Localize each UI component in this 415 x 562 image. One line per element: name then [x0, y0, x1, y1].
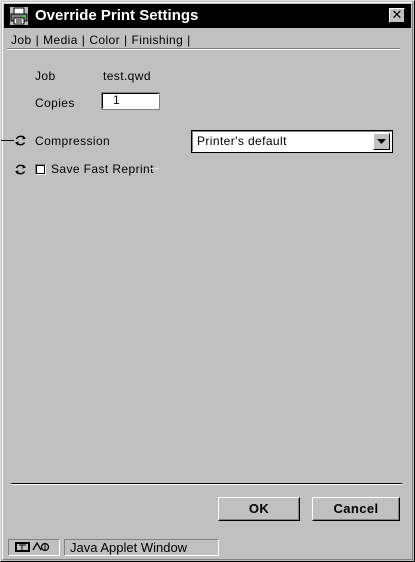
label-underline-shade — [151, 168, 159, 169]
tab-finishing[interactable]: Finishing — [128, 33, 188, 47]
save-fast-reprint-checkbox[interactable] — [35, 164, 46, 175]
copies-label: Copies — [35, 96, 75, 110]
cancel-button[interactable]: Cancel — [312, 497, 400, 521]
window-title: Override Print Settings — [35, 7, 199, 24]
compression-refresh-icon[interactable] — [14, 134, 27, 147]
tab-divider — [7, 48, 400, 50]
job-value: test.qwd — [103, 69, 151, 83]
close-icon: ✕ — [391, 7, 403, 22]
button-divider — [11, 483, 402, 485]
tab-job[interactable]: Job — [7, 33, 36, 47]
compression-dropdown-button[interactable] — [373, 133, 390, 150]
ok-button[interactable]: OK — [218, 497, 300, 521]
printer-icon — [10, 7, 28, 25]
compression-connector-line — [1, 140, 14, 141]
copies-input[interactable]: 1 — [101, 92, 160, 110]
tab-color[interactable]: Color — [85, 33, 124, 47]
tab-strip: Job | Media | Color | Finishing | — [7, 32, 191, 48]
compression-label: Compression — [35, 134, 111, 148]
override-print-settings-window: Override Print Settings ✕ Job | Media | … — [0, 0, 415, 562]
triangle-down-icon — [377, 139, 386, 144]
compression-select[interactable]: Printer's default — [191, 130, 393, 153]
job-label: Job — [35, 69, 56, 83]
status-bar: Java Applet Window — [4, 536, 411, 558]
save-fast-reprint-refresh-icon[interactable] — [14, 163, 27, 176]
close-button[interactable]: ✕ — [389, 8, 405, 23]
window-frame — [2, 2, 413, 560]
status-text: Java Applet Window — [64, 539, 219, 556]
title-bar[interactable]: Override Print Settings ✕ — [4, 4, 411, 28]
java-applet-icon — [8, 539, 60, 556]
compression-selected-value: Printer's default — [197, 134, 287, 148]
tab-media[interactable]: Media — [39, 33, 82, 47]
tab-separator: | — [187, 33, 191, 47]
save-fast-reprint-label[interactable]: Save Fast Reprint — [51, 162, 154, 176]
